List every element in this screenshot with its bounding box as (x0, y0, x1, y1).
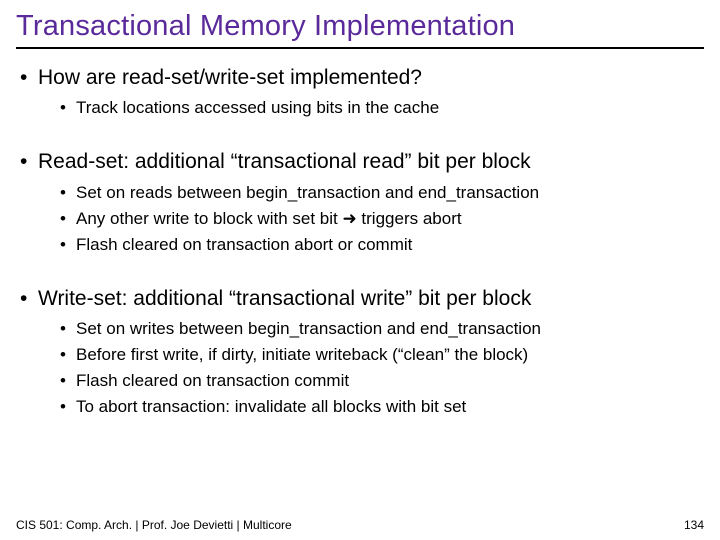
subbullet-list: Set on writes between begin_transaction … (38, 318, 704, 418)
footer-left: CIS 501: Comp. Arch. | Prof. Joe Deviett… (16, 518, 292, 532)
subbullet-list: Track locations accessed using bits in t… (38, 97, 704, 119)
arrow-icon: ➜ (342, 209, 356, 228)
page-number: 134 (684, 518, 704, 532)
bullet-writeset: Write-set: additional “transactional wri… (16, 286, 704, 419)
spacer (16, 123, 704, 149)
bullet-list: How are read-set/write-set implemented? … (16, 65, 704, 419)
subbullet-list: Set on reads between begin_transaction a… (38, 182, 704, 256)
bullet-readset: Read-set: additional “transactional read… (16, 149, 704, 256)
subbullet: To abort transaction: invalidate all blo… (58, 396, 704, 418)
subbullet: Flash cleared on transaction abort or co… (58, 234, 704, 256)
subbullet: Flash cleared on transaction commit (58, 370, 704, 392)
subbullet-text-post: triggers abort (357, 209, 462, 228)
slide-title: Transactional Memory Implementation (16, 10, 704, 49)
spacer (16, 260, 704, 286)
bullet-how: How are read-set/write-set implemented? … (16, 65, 704, 119)
subbullet: Any other write to block with set bit ➜ … (58, 208, 704, 230)
bullet-text: How are read-set/write-set implemented? (38, 66, 422, 89)
subbullet: Set on reads between begin_transaction a… (58, 182, 704, 204)
subbullet-text-pre: Any other write to block with set bit (76, 209, 342, 228)
bullet-text: Read-set: additional “transactional read… (38, 150, 531, 173)
subbullet: Track locations accessed using bits in t… (58, 97, 704, 119)
subbullet: Before first write, if dirty, initiate w… (58, 344, 704, 366)
subbullet: Set on writes between begin_transaction … (58, 318, 704, 340)
slide: Transactional Memory Implementation How … (0, 0, 720, 540)
footer: CIS 501: Comp. Arch. | Prof. Joe Deviett… (16, 518, 704, 532)
bullet-text: Write-set: additional “transactional wri… (38, 287, 531, 310)
